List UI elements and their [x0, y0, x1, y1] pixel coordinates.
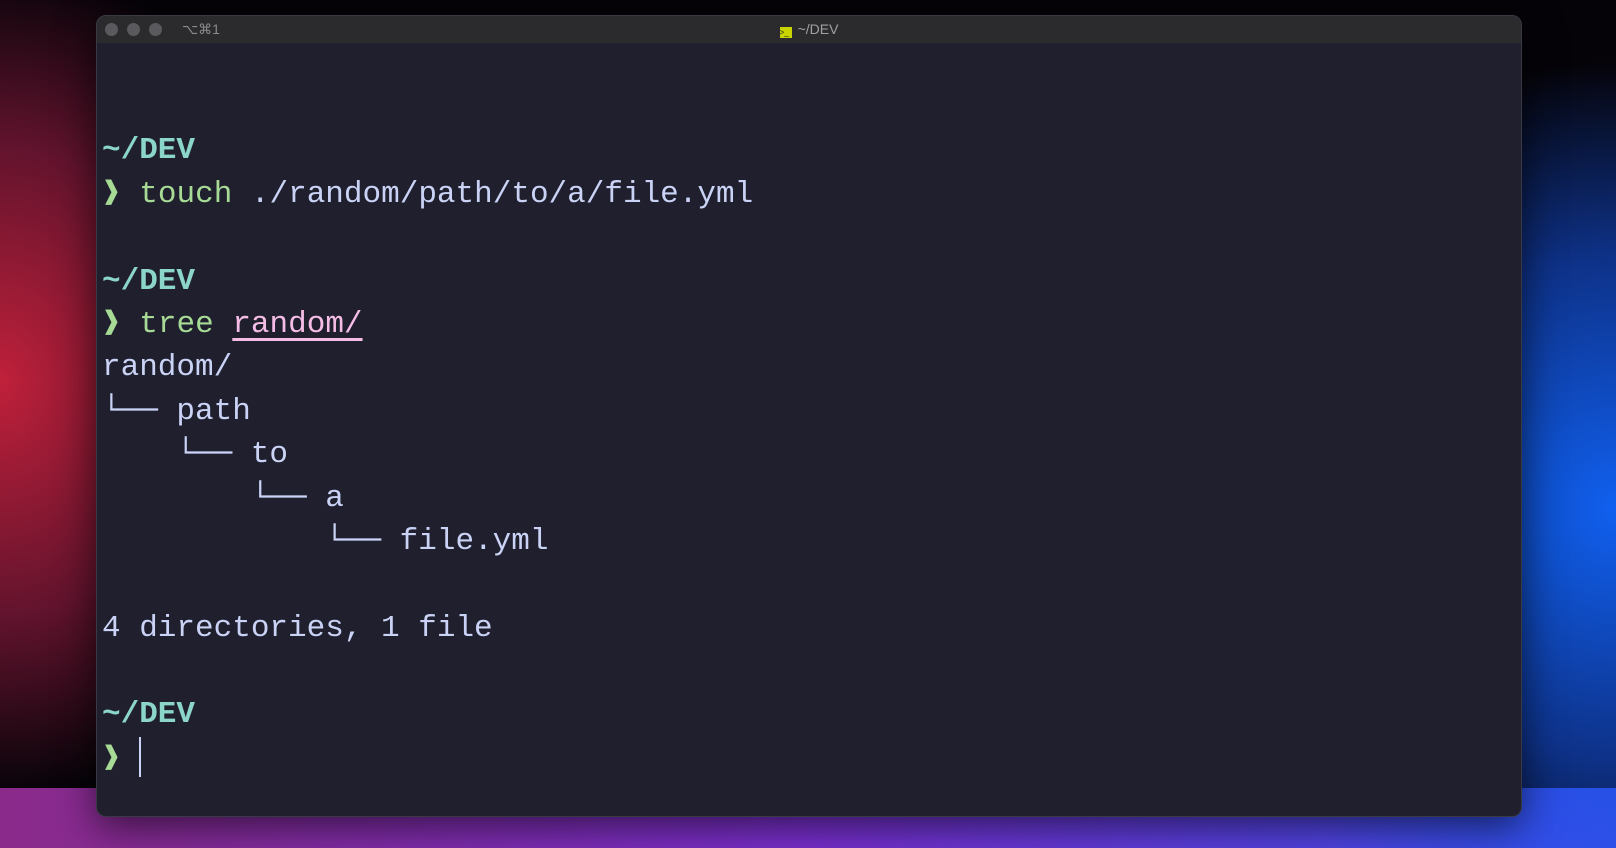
prompt-symbol: ❱: [102, 741, 121, 777]
output-line: └── to: [102, 437, 289, 473]
command-args: ./random/path/to/a/file.yml: [232, 176, 754, 212]
prompt-cwd: ~/DEV: [102, 133, 196, 169]
title-bar: ⌥⌘1 >_ ~/DEV: [97, 16, 1521, 43]
prompt-cwd: ~/DEV: [102, 697, 196, 733]
command: tree: [139, 306, 214, 342]
text-cursor: [139, 736, 142, 777]
prompt-symbol: ❱: [102, 176, 121, 212]
output-summary: 4 directories, 1 file: [102, 610, 493, 646]
prompt-cwd: ~/DEV: [102, 263, 196, 299]
terminal-icon: >_: [779, 27, 792, 38]
output-line: random/: [102, 350, 233, 386]
prompt-symbol: ❱: [102, 306, 121, 342]
output-line: └── file.yml: [102, 523, 549, 559]
command: touch: [139, 176, 233, 212]
output-line: └── path: [102, 393, 251, 429]
terminal-window: ⌥⌘1 >_ ~/DEV ~/DEV ❱ touch ./random/path/…: [96, 15, 1522, 817]
output-line: └── a: [102, 480, 344, 516]
command-path-arg: random/: [232, 306, 363, 342]
window-title-text: ~/DEV: [797, 21, 839, 37]
terminal-output[interactable]: ~/DEV ❱ touch ./random/path/to/a/file.ym…: [102, 86, 753, 780]
window-title: >_ ~/DEV: [97, 21, 1521, 38]
